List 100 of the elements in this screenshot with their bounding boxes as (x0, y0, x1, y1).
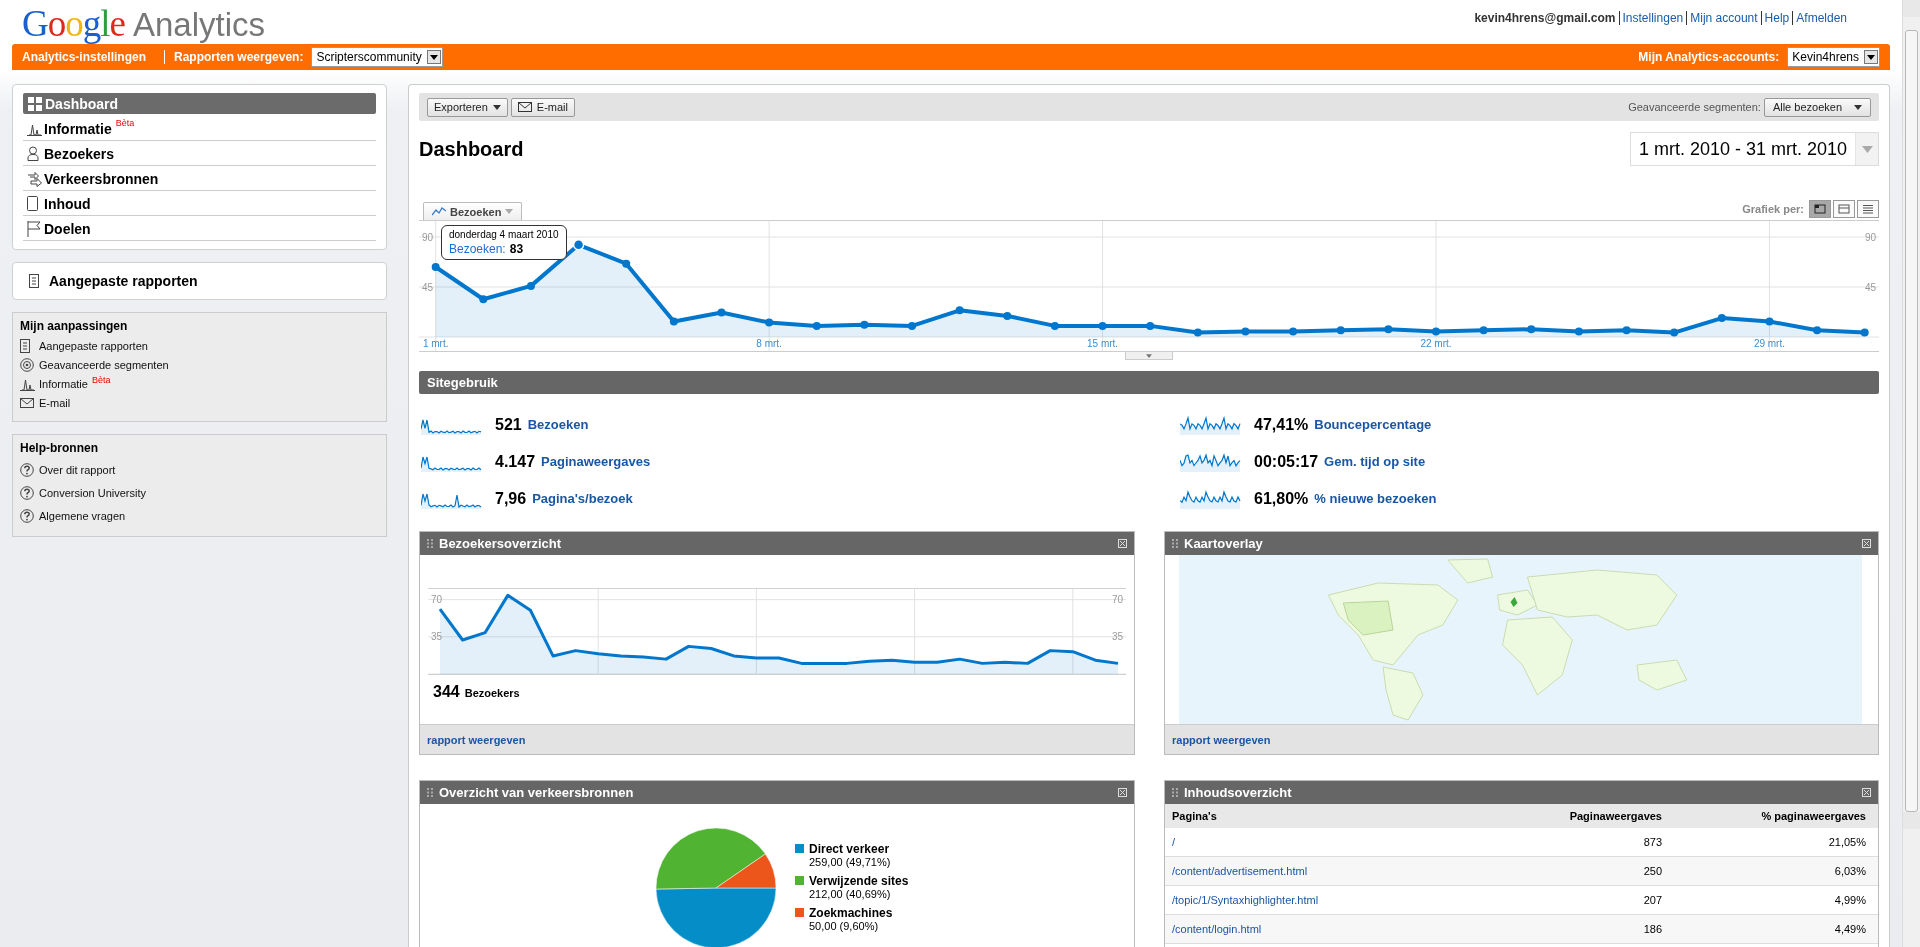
segments-dropdown[interactable]: Alle bezoeken (1763, 97, 1871, 117)
view-toggle[interactable] (1809, 200, 1831, 218)
report-icon (20, 338, 30, 353)
resource-link[interactable]: Algemene vragen (20, 504, 379, 527)
page-link[interactable]: / (1172, 836, 1176, 848)
report-label: Rapporten weergeven: (164, 50, 304, 64)
point (1813, 326, 1822, 335)
point (908, 321, 917, 330)
point (1622, 326, 1631, 335)
close-icon[interactable] (1862, 788, 1871, 797)
point (1860, 328, 1869, 337)
nav-item[interactable]: Informatie $^{Bèta}$ (23, 117, 376, 141)
point (1336, 326, 1345, 335)
collapse-handle[interactable] (1125, 352, 1173, 360)
metric-link[interactable]: Paginaweergaves (541, 454, 651, 469)
caret-icon (429, 54, 438, 60)
metric-link[interactable]: Gem. tijd op site (1324, 454, 1426, 469)
legend-label: Zoekmachines (809, 906, 893, 920)
email-button[interactable]: E-mail (510, 97, 575, 117)
axis-tick-label: 15 mrt. (1087, 338, 1119, 349)
header-link[interactable]: Instellingen (1618, 11, 1687, 25)
sidebar-link[interactable]: E-mail (20, 393, 379, 412)
point (669, 317, 678, 326)
metric-value: 7,96 (495, 489, 527, 508)
page-title: Dashboard (419, 138, 524, 161)
view-toggle[interactable] (1857, 200, 1879, 218)
axis-tick-label: 45 (422, 281, 434, 293)
sidebar-link[interactable]: Geavanceerde segmenten (20, 355, 379, 374)
metric-value: 61,80% (1254, 489, 1309, 508)
nav-item[interactable]: Verkeersbronnen (23, 167, 376, 191)
point (1384, 325, 1393, 334)
user-email: kevin4hrens@gmail.com (1474, 11, 1617, 25)
metric-link[interactable]: Bouncepercentage (1314, 417, 1432, 432)
header-link[interactable]: Help (1760, 11, 1793, 25)
sidebar-link[interactable]: Informatie $^{Bèta}$ (20, 374, 379, 393)
point (1241, 327, 1250, 336)
grip-icon (1172, 788, 1178, 797)
page-link[interactable]: /content/advertisement.html (1172, 865, 1308, 877)
metric-link[interactable]: % nieuwe bezoeken (1314, 491, 1437, 506)
close-icon[interactable] (1118, 539, 1127, 548)
page-icon (27, 196, 38, 211)
nav-item[interactable]: Dashboard (23, 93, 376, 114)
resource-link[interactable]: Over dit rapport (20, 458, 379, 481)
point (431, 263, 440, 271)
point (1003, 311, 1012, 320)
page-link[interactable]: /topic/1/Syntaxhighlighter.html (1172, 894, 1319, 906)
arrows-icon (27, 170, 43, 187)
help-icon (20, 508, 34, 523)
grip-icon (1172, 539, 1178, 548)
grip-icon (427, 539, 433, 548)
close-icon[interactable] (1118, 788, 1127, 797)
metric-link[interactable]: Bezoeken (527, 417, 589, 432)
point (1765, 317, 1774, 326)
axis-tick-label: 35 (431, 631, 443, 643)
nav-item[interactable]: Bezoekers (23, 142, 376, 166)
metric-dropdown[interactable]: Bezoeken (423, 202, 523, 220)
point (765, 318, 774, 327)
header-link[interactable]: Afmelden (1792, 11, 1850, 25)
table-cell: 4,99% (1674, 885, 1878, 915)
week-icon (1835, 202, 1853, 216)
custom-reports-link[interactable]: Aangepaste rapporten (12, 262, 387, 300)
point (1098, 321, 1107, 330)
caret-icon (1861, 145, 1873, 153)
target-icon (20, 357, 34, 372)
flag-icon (27, 220, 41, 237)
metric-value: 521 (495, 415, 522, 434)
axis-tick-label: 1 mrt. (422, 338, 449, 349)
report-link[interactable]: rapport weergeven (427, 733, 526, 746)
scrollbar[interactable] (1902, 0, 1920, 947)
legend-value: 50,00 (9,60%) (809, 920, 880, 932)
profile-dropdown[interactable]: Scripterscommunity (311, 47, 443, 67)
line-chart-icon (432, 207, 446, 216)
total-value: 344 (433, 683, 460, 701)
person-icon (27, 146, 39, 161)
grip-icon (427, 788, 433, 797)
report-link[interactable]: rapport weergeven (1172, 733, 1271, 746)
view-toggle[interactable] (1833, 200, 1855, 218)
section-header: Sitegebruik (419, 371, 1879, 394)
header-link[interactable]: Mijn account (1686, 11, 1761, 25)
column-header: Pagina's (1165, 804, 1450, 828)
tooltip-label: Bezoeken: (449, 242, 506, 256)
page-link[interactable]: /content/login.html (1172, 923, 1262, 935)
sidebar-link[interactable]: Aangepaste rapporten (20, 336, 379, 355)
date-range-picker[interactable]: 1 mrt. 2010 - 31 mrt. 2010 (1629, 132, 1879, 166)
point (860, 320, 869, 329)
axis-tick-label: 45 (1864, 281, 1876, 293)
resource-link[interactable]: Conversion University (20, 481, 379, 504)
axis-tick-label: 70 (1111, 594, 1123, 606)
point (1193, 328, 1202, 337)
metric-link[interactable]: Pagina's/bezoek (532, 491, 633, 506)
account-dropdown[interactable]: Kevin4hrens (1787, 47, 1880, 67)
point (717, 308, 726, 317)
legend-label: Verwijzende sites (809, 874, 909, 888)
axis-tick-label: 29 mrt. (1753, 338, 1785, 349)
nav-item[interactable]: Inhoud (23, 192, 376, 216)
point (955, 306, 964, 315)
nav-item[interactable]: Doelen (23, 217, 376, 241)
close-icon[interactable] (1862, 539, 1871, 548)
export-button[interactable]: Exporteren (427, 97, 508, 117)
column-header: Paginaweergaves (1450, 804, 1674, 828)
